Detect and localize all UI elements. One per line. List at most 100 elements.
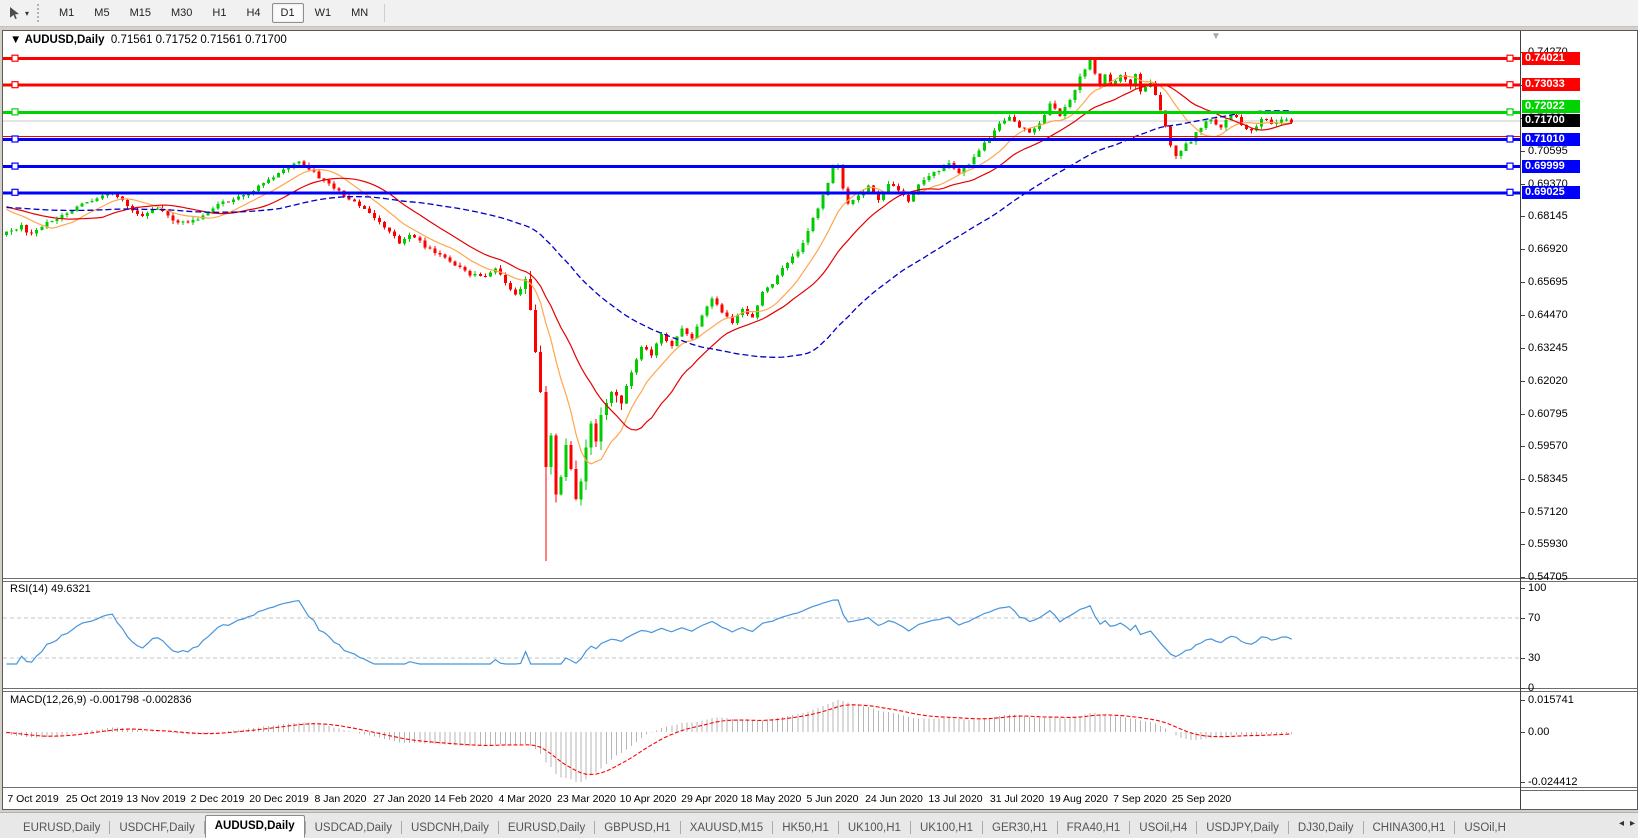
main-price-panel[interactable] <box>3 31 1520 578</box>
tab-usdcnh-daily[interactable]: USDCNH,Daily <box>402 818 498 838</box>
axis-tickmark <box>1521 588 1525 589</box>
price-tick-0.70595: 0.70595 <box>1528 145 1568 157</box>
axis-tickmark <box>1521 184 1525 185</box>
macd-tick-0.00: 0.00 <box>1528 726 1549 738</box>
rsi-tick-70: 70 <box>1528 612 1540 624</box>
tab-usdchf-daily[interactable]: USDCHF,Daily <box>110 818 203 838</box>
price-badge-0.72022: 0.72022 <box>1522 100 1580 113</box>
axis-tickmark <box>1521 414 1525 415</box>
price-badge-0.73033: 0.73033 <box>1522 78 1580 91</box>
axis-tickmark <box>1521 479 1525 480</box>
axis-tickmark <box>1521 381 1525 382</box>
tab-gbpusd-h1[interactable]: GBPUSD,H1 <box>595 818 679 838</box>
axis-tickmark <box>1521 577 1525 578</box>
toolbar-separator <box>384 4 385 22</box>
price-tick-0.58345: 0.58345 <box>1528 473 1568 485</box>
timeframe-button-m5[interactable]: M5 <box>85 3 118 23</box>
date-label: 2 Dec 2019 <box>191 793 245 805</box>
tab-eurusd-daily[interactable]: EURUSD,Daily <box>499 818 594 838</box>
date-label: 8 Jan 2020 <box>315 793 367 805</box>
toolbar-grip-handle[interactable] <box>37 4 41 22</box>
date-label: 24 Jun 2020 <box>865 793 923 805</box>
timeframe-buttons: M1M5M15M30H1H4D1W1MN <box>49 3 378 23</box>
rsi-tick-0: 0 <box>1528 682 1534 694</box>
axis-tickmark <box>1521 544 1525 545</box>
tab-scroll-left-icon[interactable]: ◂ <box>1619 818 1624 829</box>
date-label: 5 Jun 2020 <box>807 793 859 805</box>
tab-dj30-daily[interactable]: DJ30,Daily <box>1289 818 1363 838</box>
tab-uk100-h1[interactable]: UK100,H1 <box>911 818 982 838</box>
price-tick-0.62020: 0.62020 <box>1528 375 1568 387</box>
date-label: 20 Dec 2019 <box>249 793 309 805</box>
macd-tick-0.015741: 0.015741 <box>1528 694 1574 706</box>
timeframe-button-m15[interactable]: M15 <box>121 3 160 23</box>
date-label: 13 Jul 2020 <box>928 793 982 805</box>
symbol-tabs: EURUSD,DailyUSDCHF,DailyAUDUSD,DailyUSDC… <box>0 812 1638 838</box>
timeframe-button-h1[interactable]: H1 <box>203 3 235 23</box>
tab-eurusd-daily[interactable]: EURUSD,Daily <box>14 818 109 838</box>
tab-scroll-right-icon[interactable]: ▸ <box>1630 818 1635 829</box>
tab-usdcad-daily[interactable]: USDCAD,Daily <box>306 818 401 838</box>
axis-tickmark <box>1521 618 1525 619</box>
timeframe-button-m30[interactable]: M30 <box>162 3 201 23</box>
axis-tickmark <box>1521 151 1525 152</box>
price-tick-0.64470: 0.64470 <box>1528 309 1568 321</box>
cursor-tool-icon[interactable] <box>6 4 24 22</box>
tab-uk100-h1[interactable]: UK100,H1 <box>839 818 910 838</box>
date-label: 25 Sep 2020 <box>1172 793 1232 805</box>
date-label: 10 Apr 2020 <box>620 793 677 805</box>
price-tick-0.65695: 0.65695 <box>1528 276 1568 288</box>
axis-tickmark <box>1521 688 1525 689</box>
chart-shift-marker[interactable]: ▼ <box>1211 31 1221 42</box>
tab-fra40-h1[interactable]: FRA40,H1 <box>1058 818 1130 838</box>
tab-ger30-h1[interactable]: GER30,H1 <box>983 818 1057 838</box>
tab-china300-h1[interactable]: CHINA300,H1 <box>1364 818 1455 838</box>
date-label: 7 Oct 2019 <box>7 793 58 805</box>
date-label: 13 Nov 2019 <box>126 793 186 805</box>
rsi-panel[interactable] <box>3 580 1520 688</box>
axis-tickmark <box>1521 732 1525 733</box>
timeframe-button-mn[interactable]: MN <box>342 3 377 23</box>
chart-window[interactable]: ▼ AUDUSD,Daily 0.71561 0.71752 0.71561 0… <box>2 30 1638 810</box>
macd-panel[interactable] <box>3 691 1520 789</box>
price-tick-0.55930: 0.55930 <box>1528 538 1568 550</box>
ohlc-values: 0.71561 0.71752 0.71561 0.71700 <box>111 34 287 46</box>
tab-usoil-h4[interactable]: USOil,H4 <box>1130 818 1196 838</box>
macd-tick--0.024412: -0.024412 <box>1528 776 1578 788</box>
date-label: 19 Aug 2020 <box>1049 793 1108 805</box>
cursor-tool-dropdown-icon[interactable]: ▾ <box>25 9 29 18</box>
axis-tickmark <box>1521 348 1525 349</box>
price-tick-0.57120: 0.57120 <box>1528 506 1568 518</box>
chart-title: ▼ AUDUSD,Daily 0.71561 0.71752 0.71561 0… <box>10 34 287 46</box>
panel-separator[interactable] <box>3 578 1637 582</box>
tab-audusd-daily[interactable]: AUDUSD,Daily <box>205 815 305 838</box>
price-badge-0.69999: 0.69999 <box>1522 160 1580 173</box>
date-label: 7 Sep 2020 <box>1113 793 1167 805</box>
timeframe-button-m1[interactable]: M1 <box>50 3 83 23</box>
tab-usdjpy-daily[interactable]: USDJPY,Daily <box>1197 818 1288 838</box>
timeframe-button-h4[interactable]: H4 <box>237 3 269 23</box>
rsi-tick-100: 100 <box>1528 582 1546 594</box>
timeframe-button-d1[interactable]: D1 <box>272 3 304 23</box>
date-label: 18 May 2020 <box>741 793 802 805</box>
tab-scroll-buttons: ◂ ▸ <box>1619 818 1635 829</box>
axis-tickmark <box>1521 782 1525 783</box>
rsi-label: RSI(14) 49.6321 <box>10 583 91 595</box>
tab-xauusd-m15[interactable]: XAUUSD,M15 <box>681 818 773 838</box>
top-toolbar: ▾ M1M5M15M30H1H4D1W1MN <box>0 0 1638 27</box>
symbol-dropdown-icon[interactable]: ▼ <box>10 34 21 46</box>
price-badge-0.74021: 0.74021 <box>1522 52 1580 65</box>
panel-separator[interactable] <box>3 688 1637 692</box>
timeframe-button-w1[interactable]: W1 <box>306 3 341 23</box>
date-label: 25 Oct 2019 <box>66 793 123 805</box>
date-axis[interactable]: 7 Oct 2019 25 Oct 201913 Nov 2019 2 Dec 20… <box>3 789 1520 809</box>
axis-tickmark <box>1521 249 1525 250</box>
price-tick-0.68145: 0.68145 <box>1528 210 1568 222</box>
tab-hk50-h1[interactable]: HK50,H1 <box>773 818 838 838</box>
axis-tickmark <box>1521 512 1525 513</box>
price-tick-0.60795: 0.60795 <box>1528 408 1568 420</box>
tab-usoil-h[interactable]: USOil,H <box>1455 818 1515 838</box>
price-badge-0.71700: 0.71700 <box>1522 114 1580 127</box>
rsi-tick-30: 30 <box>1528 652 1540 664</box>
price-axis[interactable]: 0.742700.730450.718200.705950.693700.681… <box>1520 31 1637 809</box>
